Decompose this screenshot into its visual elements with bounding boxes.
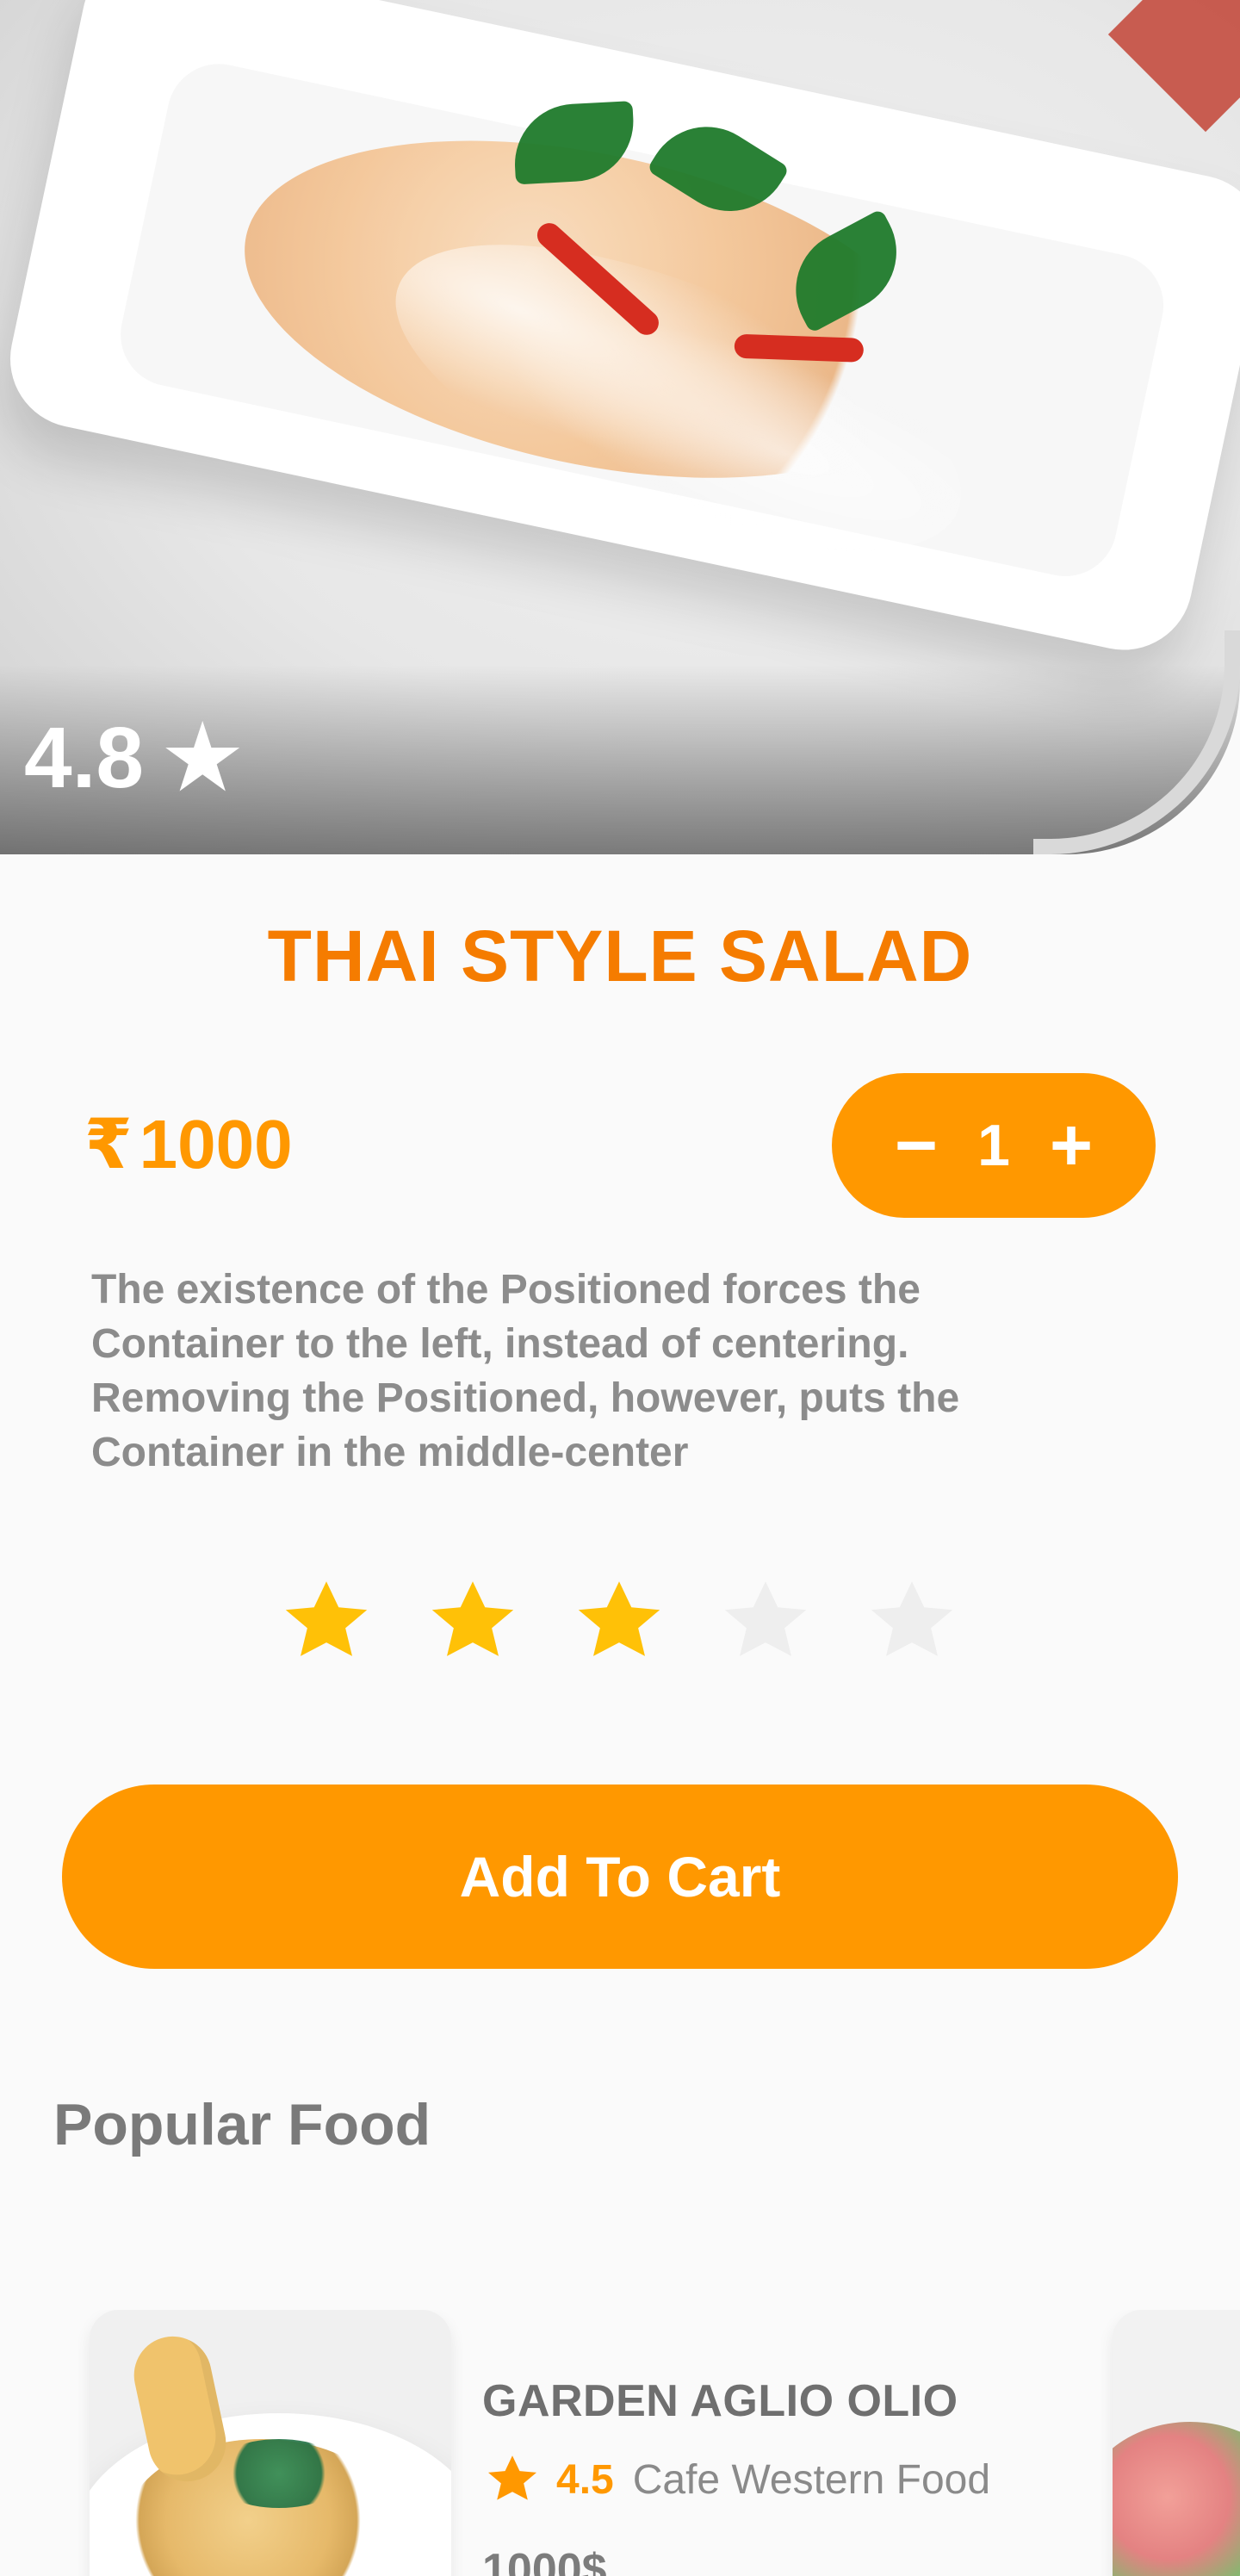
star-shape <box>285 1581 368 1656</box>
star-shape <box>871 1581 953 1656</box>
next-food-card-peek[interactable] <box>1113 2310 1240 2576</box>
arrow-left-icon: ← <box>55 55 112 119</box>
minus-icon: − <box>894 1104 939 1187</box>
hero-image: ← 4.8 ★ <box>0 0 1240 854</box>
rating-star-1[interactable] <box>276 1571 377 1673</box>
hero-rating: 4.8 ★ <box>24 710 245 806</box>
popular-food-title: Popular Food <box>53 2092 431 2157</box>
product-price: ₹ 1000 <box>84 1104 293 1184</box>
rating-star-4[interactable] <box>715 1571 816 1673</box>
quantity-decrement-button[interactable]: − <box>882 1104 951 1187</box>
back-button[interactable]: ← <box>45 48 122 126</box>
product-title: THAI STYLE SALAD <box>267 916 973 996</box>
food-price: 1000$ <box>482 2545 607 2576</box>
price-value: 1000 <box>139 1105 293 1182</box>
food-detail-screen: ← 4.8 ★ THAI STYLE SALAD ₹ 1000 − 1 + Th… <box>0 0 1240 2576</box>
star-shape <box>724 1581 807 1656</box>
star-shape <box>578 1581 660 1656</box>
hero-rating-value: 4.8 <box>24 710 145 806</box>
currency-symbol: ₹ <box>84 1106 133 1182</box>
add-to-cart-button[interactable]: Add To Cart <box>62 1785 1178 1969</box>
food-name: GARDEN AGLIO OLIO <box>482 2376 958 2426</box>
rating-star-3[interactable] <box>568 1571 670 1673</box>
star-svg <box>488 2455 536 2500</box>
plus-icon: + <box>1049 1104 1094 1187</box>
star-shape <box>488 2455 536 2500</box>
user-rating-stars <box>276 1571 963 1673</box>
star-icon <box>871 1581 953 1656</box>
quantity-increment-button[interactable]: + <box>1037 1104 1106 1187</box>
quantity-value: 1 <box>977 1113 1010 1178</box>
corner-accent <box>1107 0 1240 133</box>
star-icon <box>578 1581 660 1656</box>
popular-food-card[interactable]: GARDEN AGLIO OLIO 4.5 Cafe Western Food … <box>90 2310 1106 2576</box>
product-description: The existence of the Positioned forces t… <box>91 1267 960 1475</box>
food-rating: 4.5 <box>556 2456 614 2503</box>
food-thumbnail <box>90 2310 451 2576</box>
star-icon <box>724 1581 807 1656</box>
quantity-stepper: − 1 + <box>832 1073 1156 1218</box>
food-meta: 4.5 Cafe Western Food <box>482 2449 990 2510</box>
star-icon <box>482 2449 542 2510</box>
star-icon: ★ <box>159 704 246 811</box>
star-shape <box>431 1581 514 1656</box>
star-icon <box>285 1581 368 1656</box>
rating-star-5[interactable] <box>861 1571 963 1673</box>
food-info: GARDEN AGLIO OLIO 4.5 Cafe Western Food … <box>482 2310 990 2576</box>
thumb-herbs <box>210 2439 348 2508</box>
popular-food-list[interactable]: GARDEN AGLIO OLIO 4.5 Cafe Western Food … <box>0 2310 1240 2576</box>
food-category: Cafe Western Food <box>632 2456 991 2503</box>
chili-slice <box>734 333 865 363</box>
rating-star-2[interactable] <box>422 1571 524 1673</box>
star-icon <box>431 1581 514 1656</box>
peek-food <box>1113 2422 1240 2576</box>
plate-illustration <box>0 0 1240 663</box>
